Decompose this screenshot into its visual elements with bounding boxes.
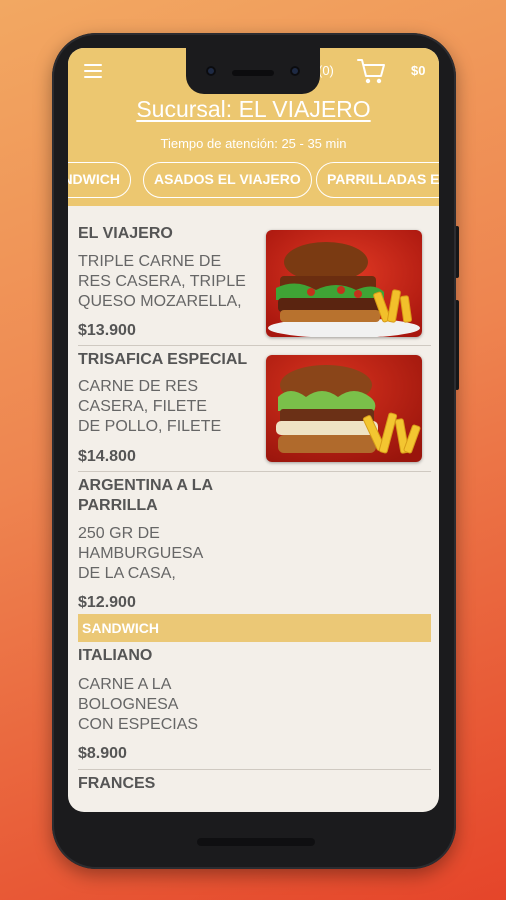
- product-item[interactable]: TRISAFICA ESPECIAL CARNE DE RES CASERA, …: [78, 346, 431, 472]
- description-line: CARNE A LA: [78, 676, 172, 693]
- product-price: $13.900: [78, 322, 136, 339]
- tab-parrilladas-el-viajero[interactable]: PARRILLADAS EL VIAJERO: [316, 162, 439, 198]
- description-line: TRIPLE CARNE DE: [78, 253, 222, 270]
- product-description: TRIPLE CARNE DE RES CASERA, TRIPLE QUESO…: [78, 252, 246, 312]
- product-description: CARNE A LA BOLOGNESA CON ESPECIAS: [78, 675, 198, 735]
- description-line: QUESO MOZARELLA,: [78, 293, 242, 310]
- product-description: 250 GR DE HAMBURGUESA DE LA CASA,: [78, 524, 203, 584]
- product-item[interactable]: ARGENTINA A LA PARRILLA 250 GR DE HAMBUR…: [78, 472, 431, 612]
- product-image-burger-fries[interactable]: [266, 355, 422, 462]
- product-name-line: ARGENTINA A LA: [78, 477, 214, 494]
- product-item[interactable]: ITALIANO CARNE A LA BOLOGNESA CON ESPECI…: [78, 646, 431, 770]
- description-line: DE LA CASA,: [78, 565, 176, 582]
- product-name: TRISAFICA ESPECIAL: [78, 351, 248, 368]
- description-line: CON ESPECIAS: [78, 716, 199, 733]
- tab-sandwich[interactable]: SANDWICH: [68, 162, 131, 198]
- product-price: $8.900: [78, 745, 127, 762]
- product-image-burger[interactable]: [266, 230, 422, 337]
- tab-asados-el-viajero[interactable]: ASADOS EL VIAJERO: [143, 162, 312, 198]
- description-line: RES CASERA, TRIPLE: [78, 273, 246, 290]
- description-line: DE POLLO, FILETE: [78, 418, 222, 435]
- product-name: ITALIANO: [78, 647, 153, 664]
- description-line: BOLOGNESA: [78, 696, 179, 713]
- product-price: $12.900: [78, 594, 136, 611]
- hamburger-menu-icon[interactable]: [84, 64, 102, 78]
- section-header-sandwich: SANDWICH: [78, 614, 431, 642]
- product-item[interactable]: FRANCES: [78, 770, 431, 810]
- cart-total: $0: [411, 63, 426, 78]
- cart-count: (0): [318, 63, 334, 78]
- product-item[interactable]: EL VIAJERO TRIPLE CARNE DE RES CASERA, T…: [78, 218, 431, 346]
- product-name-line: PARRILLA: [78, 497, 158, 514]
- front-sensor-icon: [290, 66, 300, 76]
- description-line: CASERA, FILETE: [78, 398, 207, 415]
- product-name: ARGENTINA A LA PARRILLA: [78, 476, 213, 516]
- product-name: FRANCES: [78, 775, 156, 792]
- app-screen: (0) $0 Sucursal: EL VIAJERO Tiempo de at…: [68, 48, 439, 812]
- description-line: HAMBURGUESA: [78, 545, 204, 562]
- wait-time-text: Tiempo de atención: 25 - 35 min: [160, 136, 347, 151]
- earpiece-speaker: [232, 70, 274, 76]
- product-description: CARNE DE RES CASERA, FILETE DE POLLO, FI…: [78, 377, 221, 437]
- shopping-cart-icon[interactable]: [356, 56, 386, 86]
- description-line: 250 GR DE: [78, 525, 160, 542]
- phone-speaker-bar: [197, 838, 315, 846]
- front-camera-icon: [206, 66, 216, 76]
- camera-notch: [186, 48, 320, 94]
- category-tabs: SANDWICH ASADOS EL VIAJERO PARRILLADAS E…: [68, 162, 439, 198]
- branch-title[interactable]: Sucursal: EL VIAJERO: [68, 96, 439, 123]
- product-name: EL VIAJERO: [78, 225, 173, 242]
- product-price: $14.800: [78, 448, 136, 465]
- description-line: CARNE DE RES: [78, 378, 199, 395]
